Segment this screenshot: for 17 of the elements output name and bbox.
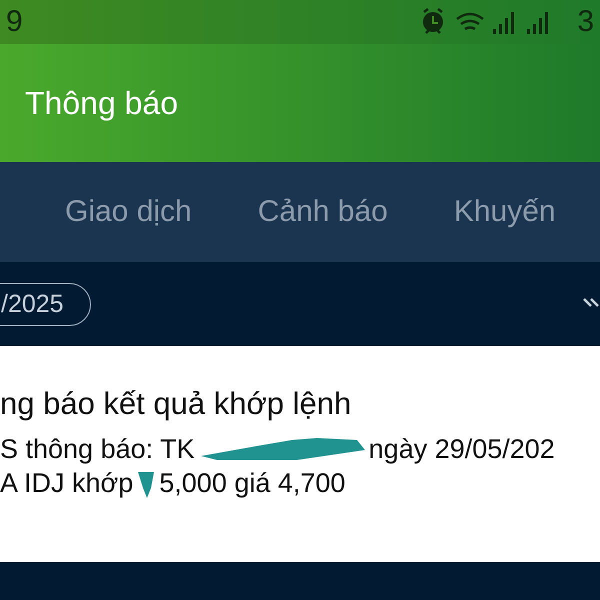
alarm-clock-icon [423, 8, 444, 34]
tab[interactable]: Khuyến [454, 195, 556, 229]
notification-text: ngày 29/05/202 [368, 434, 555, 464]
notification-text: 5,000 giá 4,700 [159, 468, 346, 498]
date-filter[interactable]: /2025 [0, 282, 91, 326]
wifi-icon [456, 12, 485, 30]
signal-icon [527, 12, 548, 34]
notification-text: A IDJ khớp [0, 468, 134, 498]
chevron-icon[interactable] [582, 298, 600, 308]
notification-text: S thông báo: TK [0, 434, 195, 464]
tab[interactable]: Cảnh báo [258, 195, 388, 229]
tab[interactable]: Giao dịch [65, 195, 192, 229]
screen-title: Thông báo [25, 84, 178, 122]
battery-level: 3 [577, 5, 594, 39]
notification-title: ng báo kết quả khớp lệnh [0, 386, 352, 422]
signal-icon [493, 12, 514, 34]
status-time: 9 [6, 5, 23, 39]
